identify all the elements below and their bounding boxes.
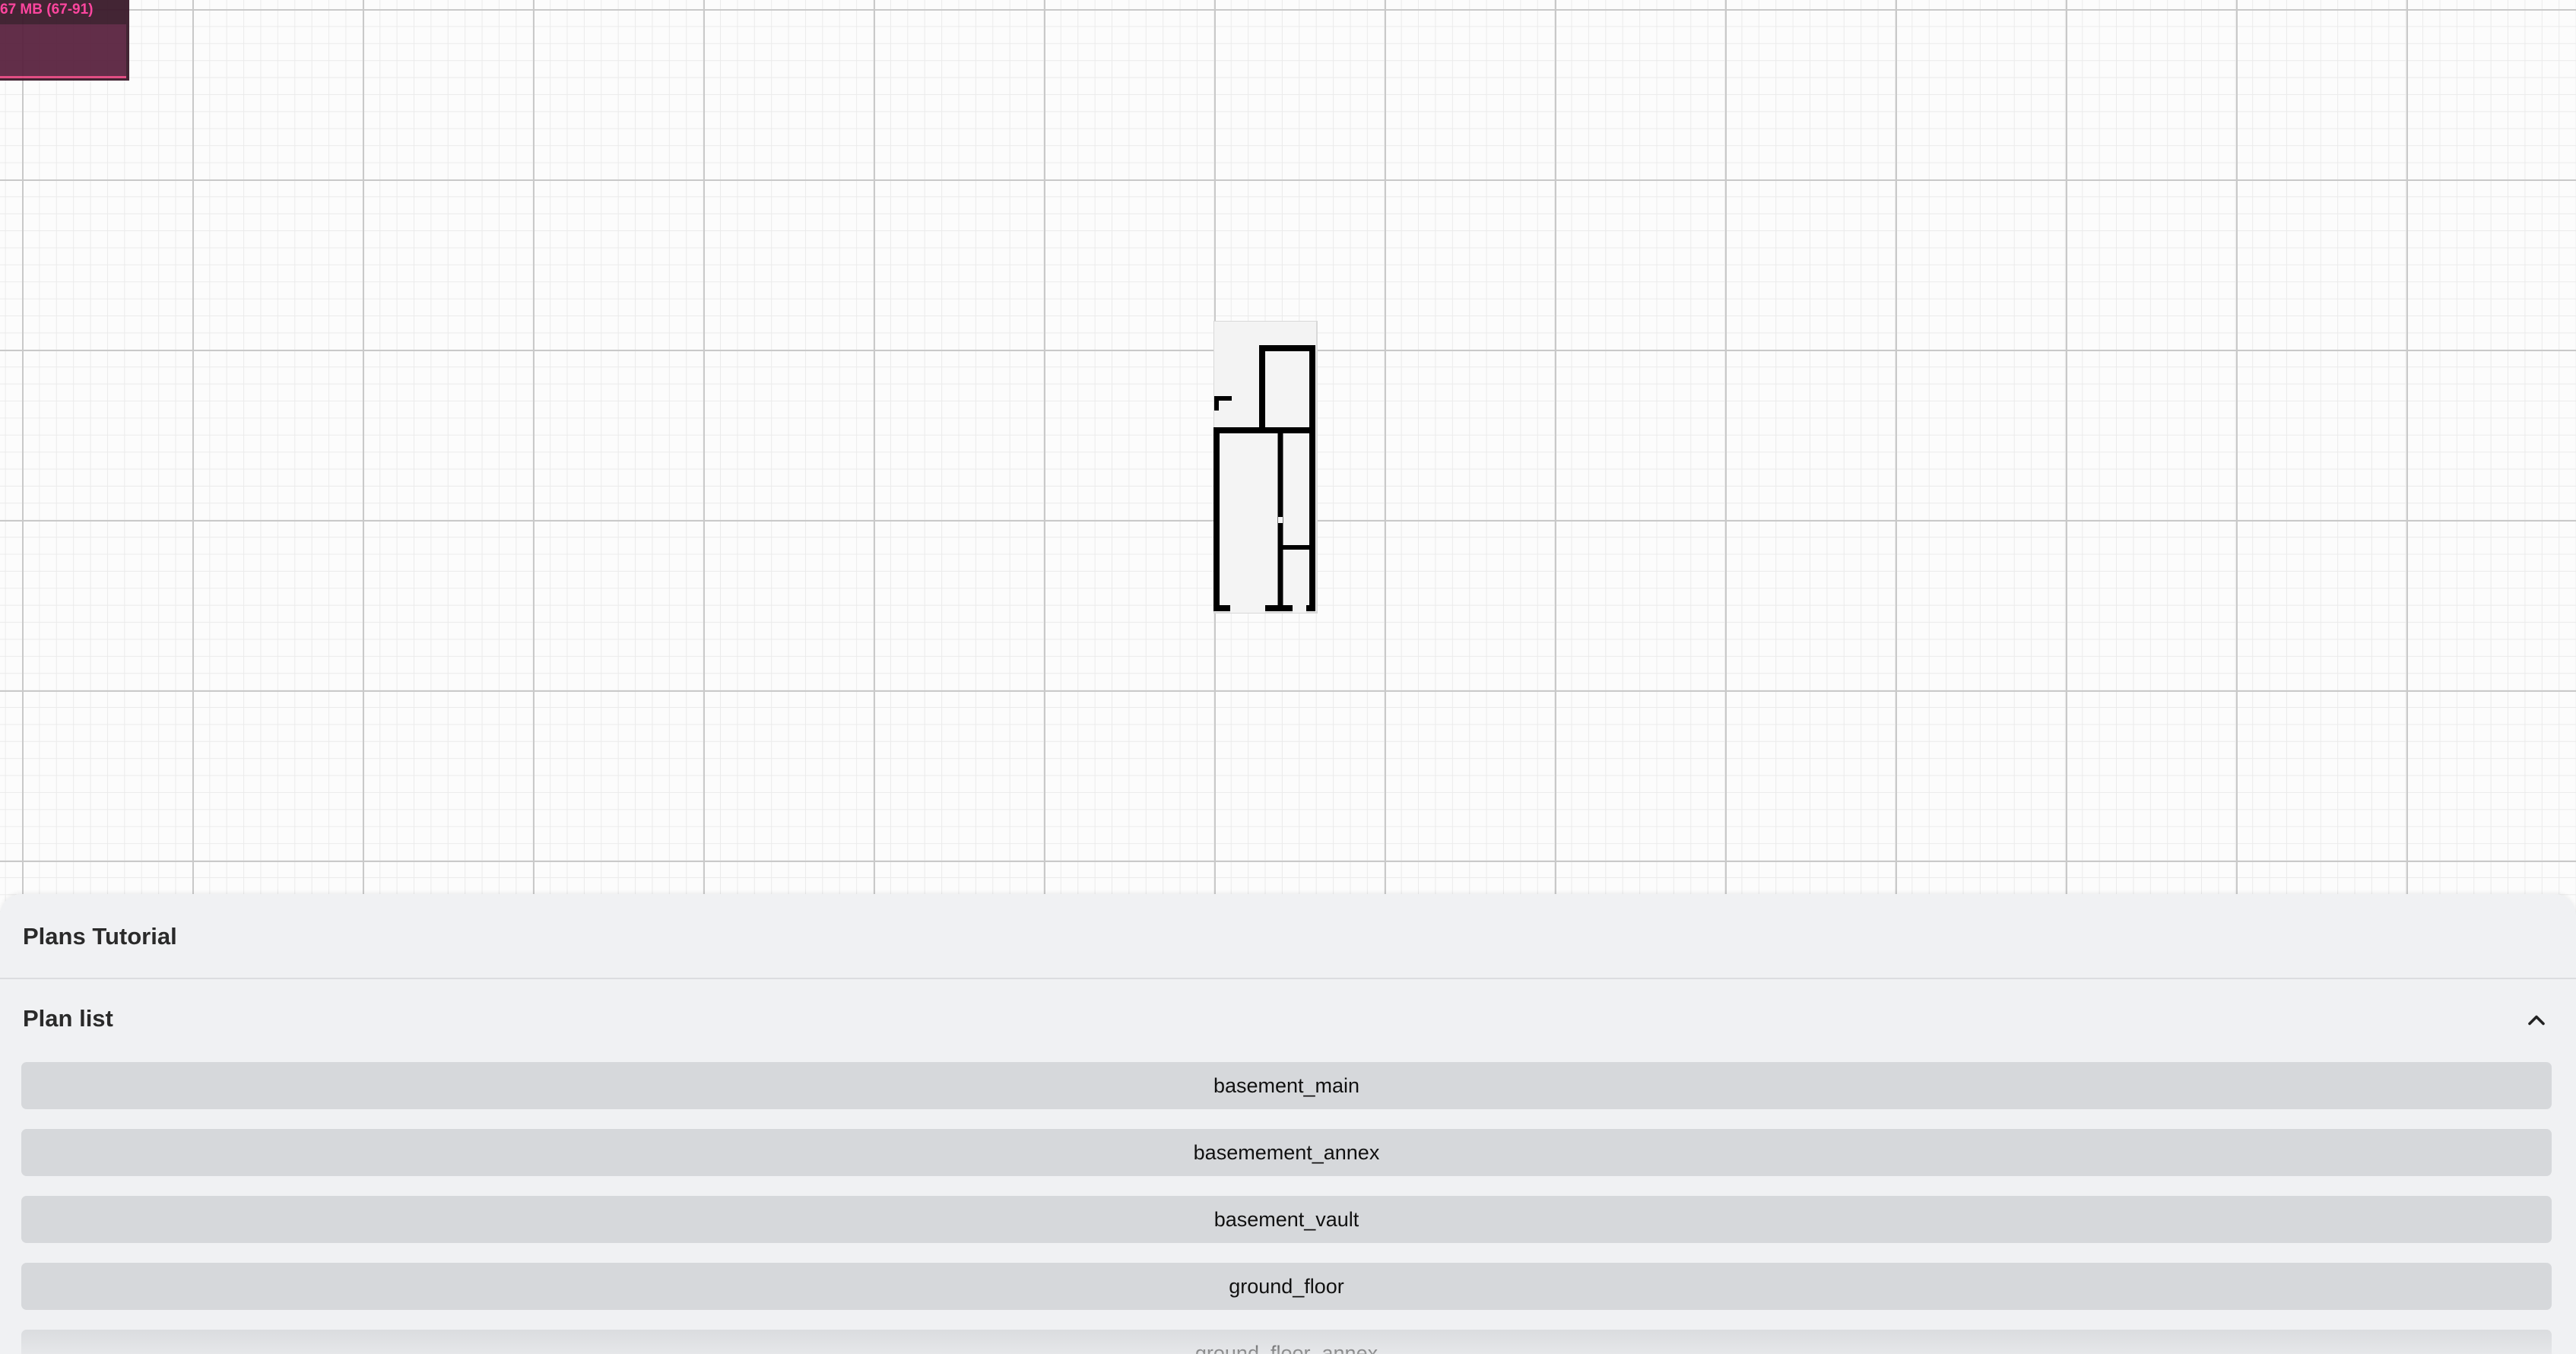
plan-list-title: Plan list [23,1005,113,1032]
memory-stats-label: 67 MB (67-91) [0,2,94,17]
plan-button-basement-vault[interactable]: basement_vault [21,1196,2552,1243]
chevron-up-icon[interactable] [2523,1007,2550,1034]
memory-stats-graph [0,24,126,78]
floor-plan-bottom-gap-1 [1230,604,1265,613]
floor-plan-drawing [1213,321,1318,614]
plan-button-basemement-annex[interactable]: basemement_annex [21,1129,2552,1176]
plans-tutorial-panel: Plans Tutorial Plan list basement_main b… [0,894,2576,1354]
memory-stats-monitor[interactable]: 67 MB (67-91) [0,0,129,81]
floor-plan-door-gap [1278,517,1283,523]
plan-list: basement_main basemement_annex basement_… [21,1062,2552,1354]
plan-button-basement-main[interactable]: basement_main [21,1062,2552,1109]
plan-button-ground-floor[interactable]: ground_floor [21,1263,2552,1310]
plan-button-ground-floor-annex[interactable]: ground_floor_annex [21,1330,2552,1354]
plan-list-toggle[interactable]: Plan list [0,979,2576,1058]
floor-plan-bottom-gap-2 [1293,604,1306,613]
floor-plan-upper-room [1259,345,1315,433]
panel-title: Plans Tutorial [23,923,177,950]
floor-plan-main-room [1213,427,1315,611]
